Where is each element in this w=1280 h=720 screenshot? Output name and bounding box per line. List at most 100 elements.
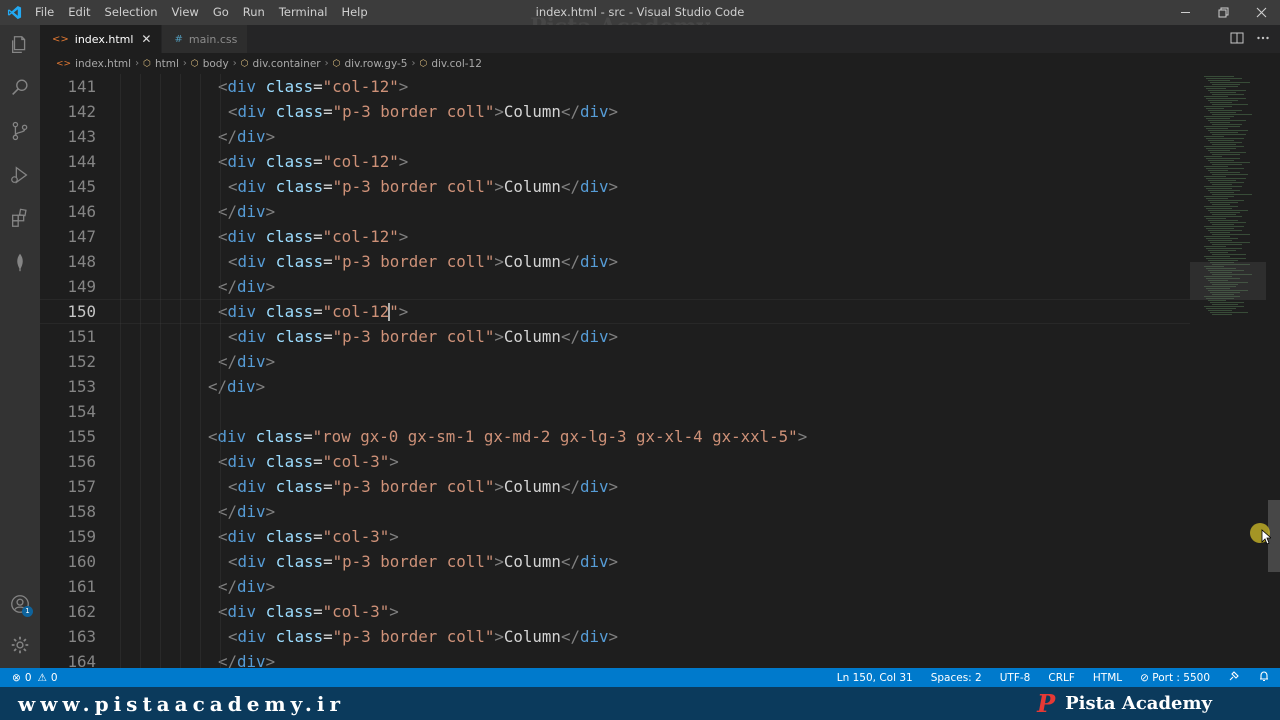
code-line[interactable]: 148 <div class="p-3 border coll">Column</… [40, 249, 1190, 274]
code-token: </ [560, 627, 580, 646]
close-window-button[interactable] [1242, 0, 1280, 25]
more-actions-icon[interactable] [1256, 31, 1270, 48]
menu-selection[interactable]: Selection [98, 0, 165, 25]
code-line[interactable]: 153 </div> [40, 374, 1190, 399]
code-line[interactable]: 155 <div class="row gx-0 gx-sm-1 gx-md-2 … [40, 424, 1190, 449]
minimap-line [1206, 308, 1236, 309]
encoding[interactable]: UTF-8 [1000, 672, 1031, 684]
notifications-bell-icon[interactable] [1258, 670, 1270, 685]
menu-view[interactable]: View [165, 0, 206, 25]
restore-button[interactable] [1204, 0, 1242, 25]
code-line[interactable]: 152 </div> [40, 349, 1190, 374]
leaf-icon[interactable] [0, 242, 40, 282]
code-line[interactable]: 142 <div class="p-3 border coll">Column</… [40, 99, 1190, 124]
menu-run[interactable]: Run [236, 0, 272, 25]
code-line[interactable]: 150 <div class="col-12"> [40, 299, 1190, 324]
minimap-slider[interactable] [1190, 262, 1266, 300]
title-bar: File Edit Selection View Go Run Terminal… [0, 0, 1280, 40]
code-line[interactable]: 162 <div class="col-3"> [40, 599, 1190, 624]
code-token: = [313, 77, 323, 96]
code-line[interactable]: 161 </div> [40, 574, 1190, 599]
code-line[interactable]: 149 </div> [40, 274, 1190, 299]
minimap[interactable] [1190, 74, 1266, 668]
problems-indicator[interactable]: ⊗ 0 ⚠ 0 [0, 672, 58, 684]
manage-gear-icon[interactable] [0, 625, 40, 665]
code-line[interactable]: 156 <div class="col-3"> [40, 449, 1190, 474]
minimap-line [1206, 118, 1230, 119]
code-line[interactable]: 147 <div class="col-12"> [40, 224, 1190, 249]
breadcrumb-container[interactable]: ⬡ div.container [241, 58, 321, 70]
code-token: div [237, 177, 267, 196]
code-line[interactable]: 141 <div class="col-12"> [40, 74, 1190, 99]
code-token: class [275, 327, 324, 346]
code-line[interactable]: 160 <div class="p-3 border coll">Column</… [40, 549, 1190, 574]
code-line[interactable]: 158 </div> [40, 499, 1190, 524]
minimap-line [1204, 126, 1240, 127]
end-of-line[interactable]: CRLF [1048, 672, 1075, 684]
accounts-icon[interactable]: 1 [0, 584, 40, 624]
minimize-button[interactable] [1166, 0, 1204, 25]
cursor-position[interactable]: Ln 150, Col 31 [837, 672, 913, 684]
menu-edit[interactable]: Edit [61, 0, 97, 25]
source-control-icon[interactable] [0, 111, 40, 151]
code-line[interactable]: 144 <div class="col-12"> [40, 149, 1190, 174]
code-line[interactable]: 145 <div class="p-3 border coll">Column</… [40, 174, 1190, 199]
run-debug-icon[interactable] [0, 155, 40, 195]
menu-file[interactable]: File [28, 0, 61, 25]
minimap-line [1210, 102, 1232, 103]
minimap-line [1212, 164, 1242, 165]
split-editor-icon[interactable] [1230, 31, 1244, 48]
breadcrumb-html[interactable]: ⬡ html [143, 58, 179, 70]
extensions-icon[interactable] [0, 198, 40, 238]
tab-main-css[interactable]: # main.css [162, 25, 249, 53]
code-token: > [398, 301, 409, 321]
code-line[interactable]: 143 </div> [40, 124, 1190, 149]
minimap-line [1208, 110, 1242, 111]
minimap-line [1210, 142, 1242, 143]
line-number: 151 [67, 327, 96, 346]
breadcrumb-row[interactable]: ⬡ div.row.gy-5 [333, 58, 408, 70]
code-token: div [237, 552, 267, 571]
minimap-line [1208, 300, 1226, 301]
breadcrumb-col[interactable]: ⬡ div.col-12 [419, 58, 481, 70]
code-text: </div> [218, 652, 275, 668]
explorer-icon[interactable] [0, 25, 40, 65]
tab-index-html[interactable]: <> index.html ✕ [40, 25, 163, 53]
indent-guide [120, 74, 121, 668]
minimap-line [1208, 100, 1238, 101]
vertical-scrollbar[interactable] [1268, 74, 1280, 668]
menu-help[interactable]: Help [334, 0, 374, 25]
code-editor[interactable]: 141 <div class="col-12"> 142 <div class="p-… [40, 74, 1280, 668]
indentation[interactable]: Spaces: 2 [931, 672, 982, 684]
language-mode[interactable]: HTML [1093, 672, 1122, 684]
code-line[interactable]: 146 </div> [40, 199, 1190, 224]
minimap-line [1212, 124, 1242, 125]
chevron-right-icon: › [135, 58, 140, 69]
code-line[interactable]: 151 <div class="p-3 border coll">Column</… [40, 324, 1190, 349]
menu-terminal[interactable]: Terminal [272, 0, 335, 25]
code-line[interactable]: 164 </div> [40, 649, 1190, 668]
minimap-line [1204, 176, 1226, 177]
feedback-icon[interactable] [1228, 670, 1240, 685]
code-line[interactable]: 154 [40, 399, 1190, 424]
css-file-icon: # [174, 33, 183, 45]
search-icon[interactable] [0, 68, 40, 108]
breadcrumb-body[interactable]: ⬡ body [191, 58, 229, 70]
code-token: Column [503, 327, 561, 346]
code-line[interactable]: 159 <div class="col-3"> [40, 524, 1190, 549]
minimap-line [1204, 236, 1230, 237]
close-icon[interactable]: ✕ [141, 32, 151, 46]
code-line[interactable]: 157 <div class="p-3 border coll">Column</… [40, 474, 1190, 499]
minimap-line [1206, 78, 1242, 79]
line-number: 160 [67, 552, 96, 571]
code-text: <div class="col-12"> [218, 302, 408, 322]
code-text: <div class="col-3"> [218, 602, 399, 621]
breadcrumb-file[interactable]: <> index.html [56, 58, 131, 70]
live-server-port[interactable]: ⊘ Port : 5500 [1140, 672, 1210, 684]
code-line[interactable]: 163 <div class="p-3 border coll">Column</… [40, 624, 1190, 649]
tab-bar: <> index.html ✕ # main.css [40, 25, 1280, 53]
code-token: div [579, 252, 609, 271]
menu-go[interactable]: Go [206, 0, 236, 25]
